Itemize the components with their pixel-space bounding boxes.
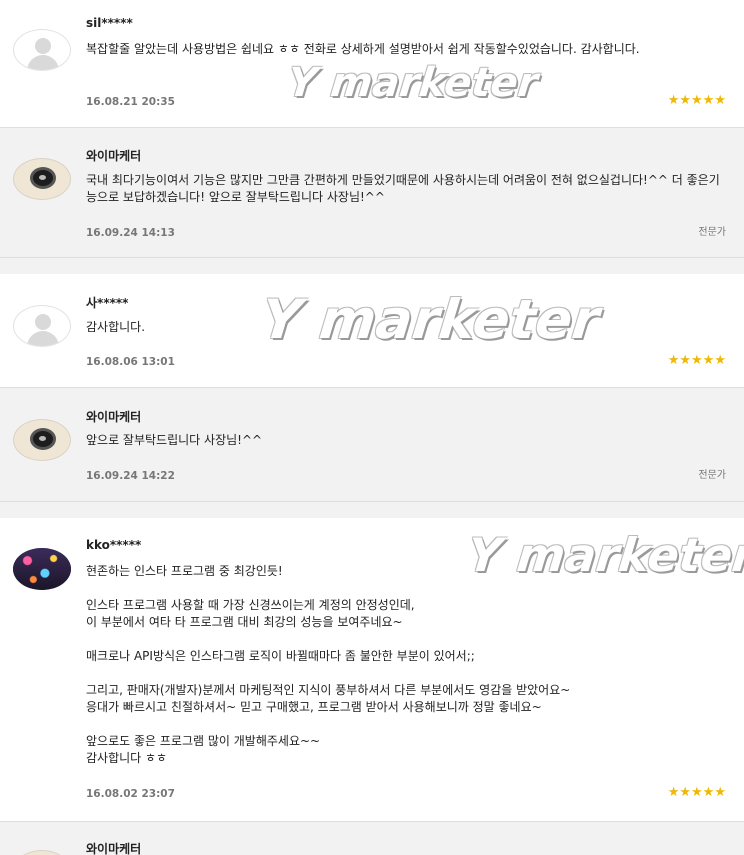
- reply-text: 국내 최다기능이여서 기능은 많지만 그만큼 간편하게 만들었기때문에 사용하시…: [86, 173, 720, 204]
- review-author: sil*****: [86, 16, 133, 30]
- reply-author: 와이마케터: [86, 842, 142, 855]
- section-divider: [0, 502, 744, 518]
- reply-author: 와이마케터: [86, 149, 142, 163]
- review-text: 복잡할줄 알았는데 사용방법은 쉽네요 ㅎㅎ 전화로 상세하게 설명받아서 쉽게…: [86, 42, 640, 56]
- review-text: 현존하는 인스타 프로그램 중 최강인듯! 인스타 프로그램 사용할 때 가장 …: [86, 564, 571, 765]
- watermark-logo: Y marketer: [465, 528, 744, 582]
- star-rating: ★★★★★: [667, 785, 726, 800]
- reply-date: 16.09.24 14:22: [86, 470, 175, 482]
- seller-reply: 와이마케터 국내 최다기능이여서 기능은 많지만 그만큼 간편하게 만들었기때문…: [0, 128, 744, 258]
- reply-author: 와이마케터: [86, 410, 142, 424]
- seller-reply: 와이마케터 앞으로 잘부탁드립니다 사장님!^^ 16.09.24 14:22 …: [0, 388, 744, 502]
- expert-badge: 전문가: [698, 470, 726, 481]
- star-rating: ★★★★★: [667, 353, 726, 368]
- expert-badge: 전문가: [698, 227, 726, 238]
- section-divider: [0, 258, 744, 274]
- reply-text: 앞으로 잘부탁드립니다 사장님!^^: [86, 433, 263, 447]
- review-date: 16.08.02 23:07: [86, 788, 175, 800]
- review-author: kko*****: [86, 538, 142, 552]
- camera-avatar-icon: [13, 158, 71, 200]
- default-avatar-icon: [13, 29, 71, 71]
- watermark-logo: Y marketer: [285, 60, 540, 106]
- star-rating: ★★★★★: [667, 93, 726, 108]
- seller-reply: 와이마케터: [0, 822, 744, 855]
- night-city-photo-avatar: [13, 548, 71, 590]
- camera-avatar-icon: [13, 419, 71, 461]
- review-date: 16.08.06 13:01: [86, 356, 175, 368]
- default-avatar-icon: [13, 305, 71, 347]
- reply-date: 16.09.24 14:13: [86, 227, 175, 239]
- review-author: 사*****: [86, 296, 129, 310]
- review-date: 16.08.21 20:35: [86, 96, 175, 108]
- camera-avatar-icon: [13, 850, 71, 855]
- watermark-logo: Y marketer: [258, 288, 603, 351]
